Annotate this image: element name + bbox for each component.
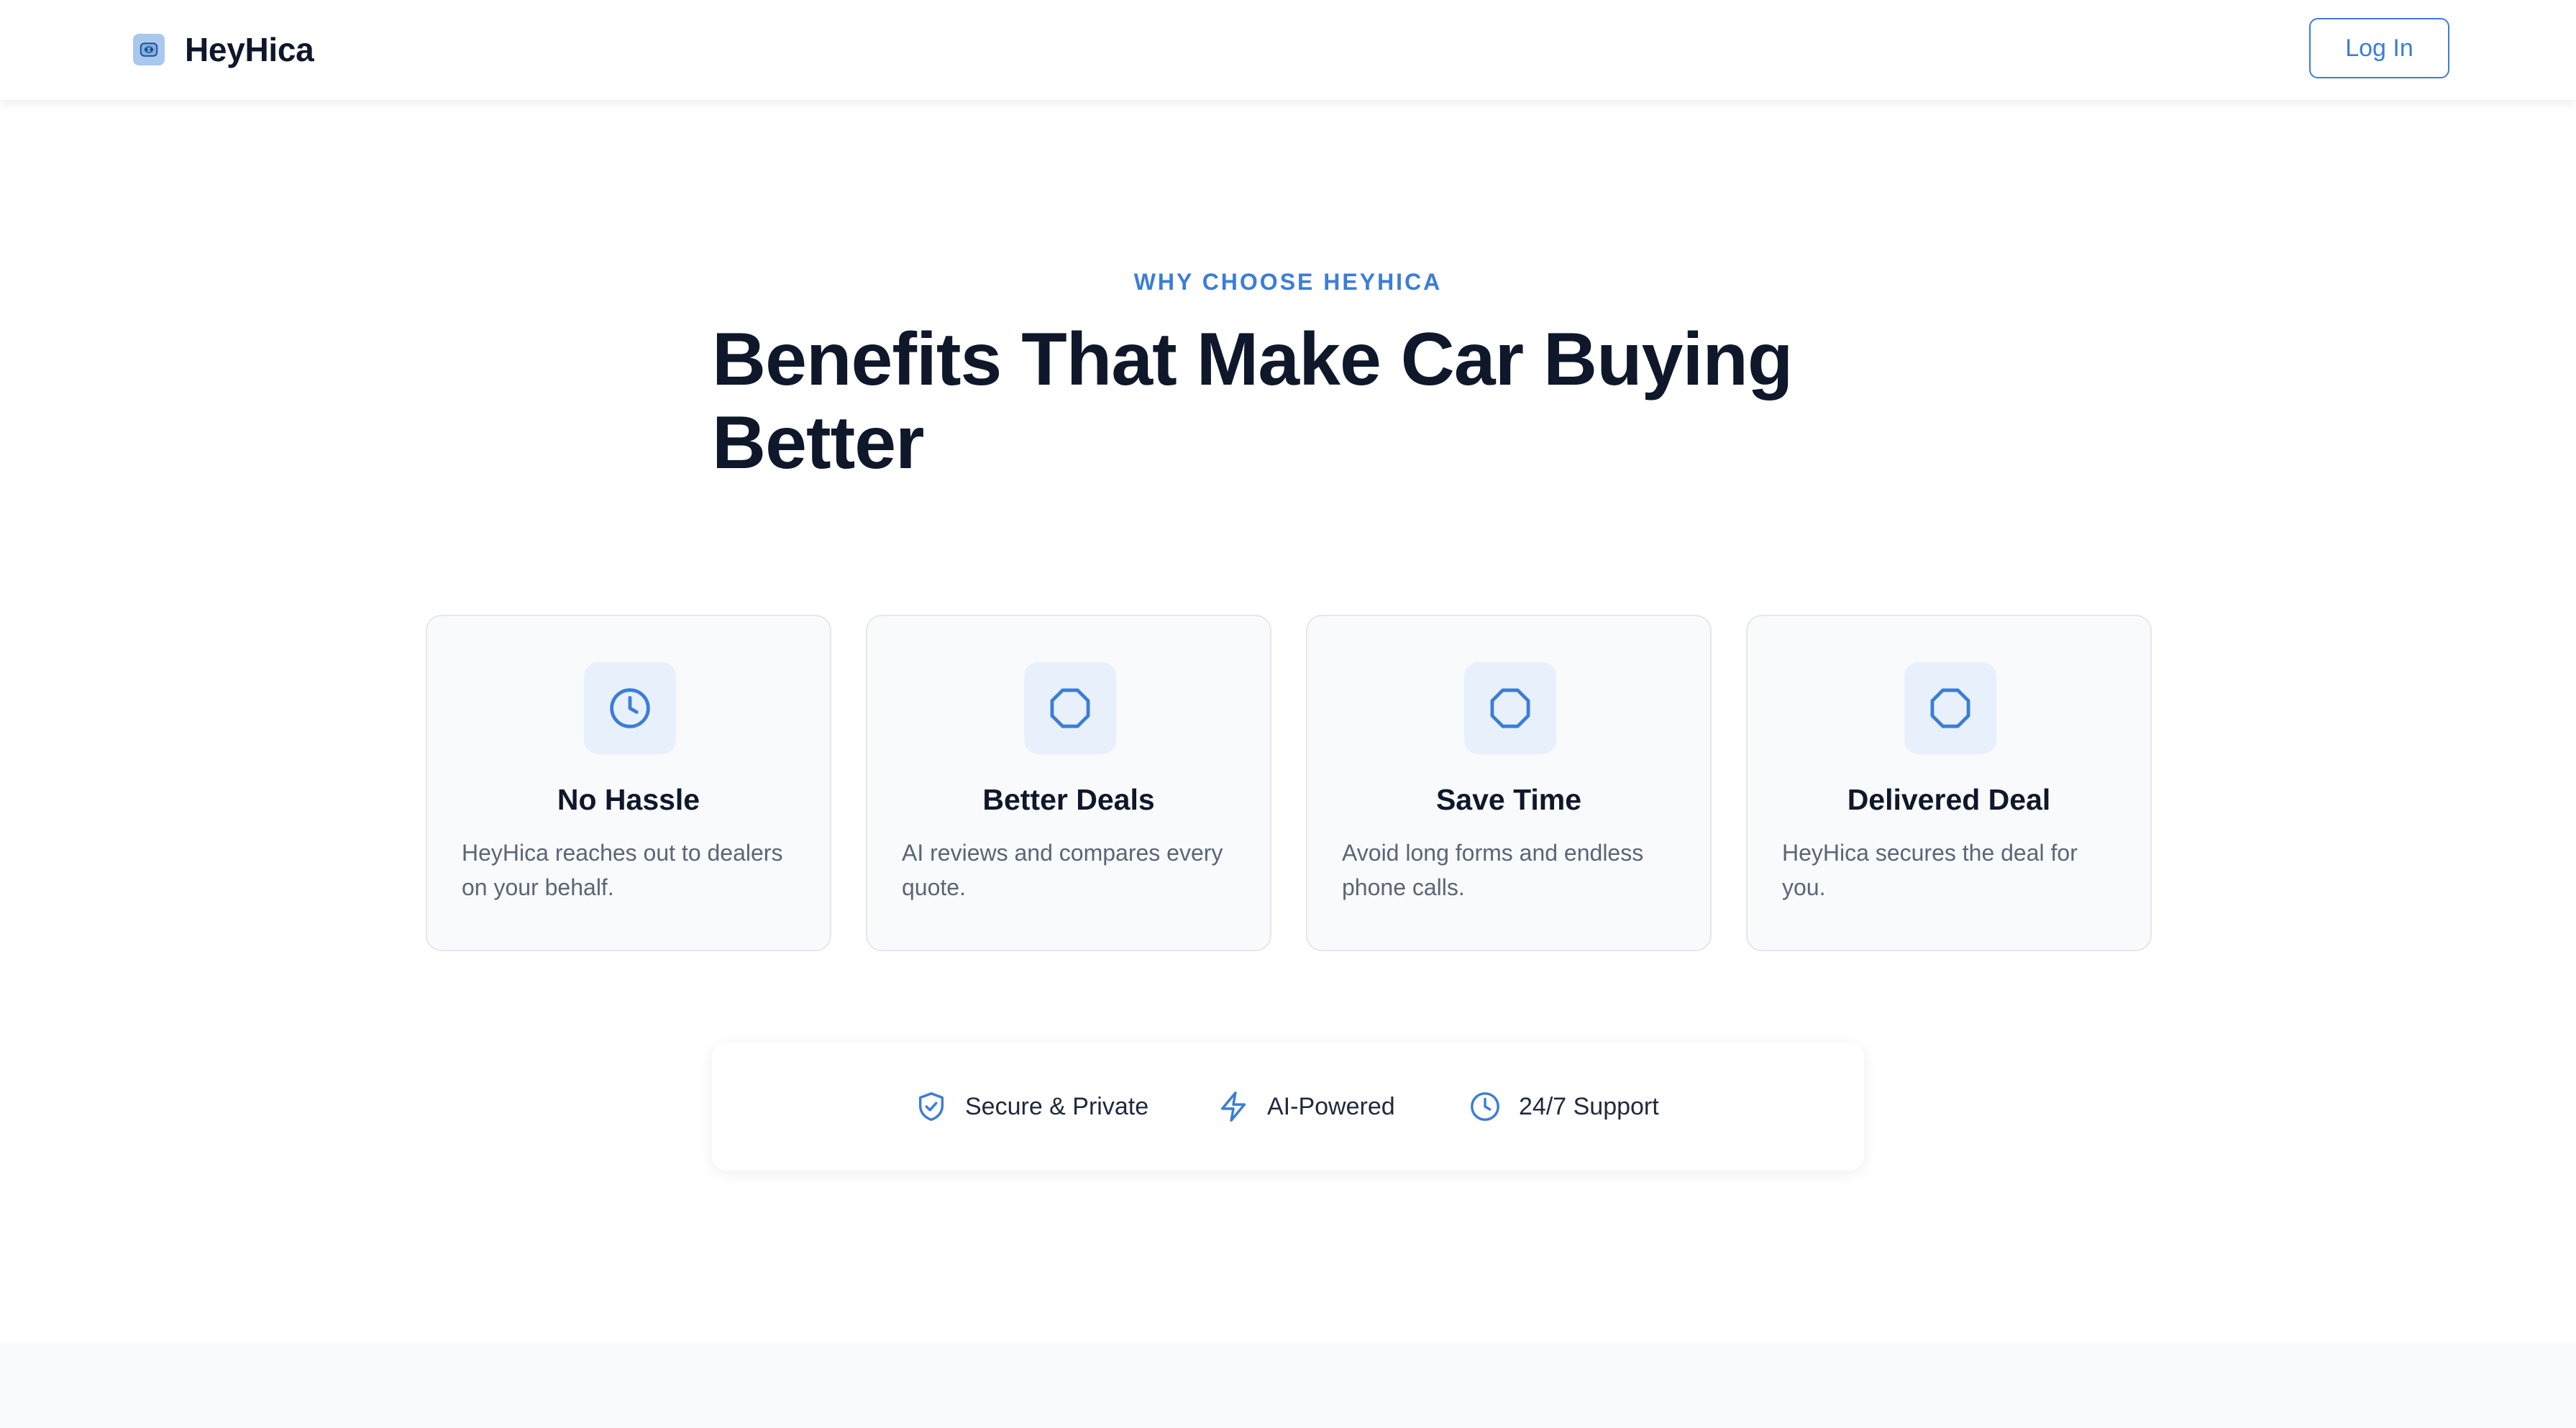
benefit-description: Avoid long forms and endless phone calls… — [1342, 840, 1644, 900]
benefit-description: HeyHica reaches out to dealers on your b… — [462, 840, 783, 900]
benefit-card-better-deals: Better Deals AI reviews and compares eve… — [866, 615, 1271, 951]
clock-icon — [584, 662, 676, 754]
benefit-title: Better Deals — [982, 783, 1155, 816]
benefit-description: AI reviews and compares every quote. — [902, 840, 1223, 900]
benefit-description: HeyHica secures the deal for you. — [1782, 840, 2078, 900]
section-eyebrow: WHY CHOOSE HEYHICA — [1133, 269, 1443, 295]
feature-label: AI-Powered — [1267, 1092, 1395, 1120]
benefit-card-delivered-deal: Delivered Deal HeyHica secures the deal … — [1746, 615, 2152, 951]
login-button[interactable]: Log In — [2309, 18, 2449, 78]
feature-support: 24/7 Support — [1467, 1043, 1659, 1171]
octagon-icon — [1904, 662, 1996, 754]
shield-check-icon — [913, 1089, 949, 1125]
feature-secure-private: Secure & Private — [913, 1043, 1148, 1171]
brand-logo-icon — [133, 34, 165, 65]
benefit-title: Save Time — [1435, 783, 1582, 816]
benefit-title: Delivered Deal — [1847, 783, 2051, 816]
section-headline: Benefits That Make Car Buying Better — [712, 318, 1877, 485]
feature-label: Secure & Private — [965, 1092, 1149, 1120]
benefit-card-no-hassle: No Hassle HeyHica reaches out to dealers… — [426, 615, 831, 951]
benefit-card-save-time: Save Time Avoid long forms and endless p… — [1306, 615, 1712, 951]
brand-name: HeyHica — [185, 31, 314, 68]
feature-label: 24/7 Support — [1519, 1092, 1659, 1120]
features-strip: Secure & Private AI-Powered 24/7 Support — [712, 1043, 1864, 1171]
benefit-title: No Hassle — [557, 783, 700, 816]
next-section-band — [0, 1343, 2576, 1428]
lightning-icon — [1215, 1089, 1251, 1125]
feature-ai-powered: AI-Powered — [1215, 1043, 1395, 1171]
octagon-icon — [1024, 662, 1116, 754]
headline-line-2: Better — [712, 401, 925, 485]
octagon-icon — [1464, 662, 1556, 754]
clock-icon — [1467, 1089, 1503, 1125]
top-navigation-bar: HeyHica Log In — [0, 0, 2576, 101]
headline-line-1: Benefits That Make Car Buying — [712, 318, 1793, 401]
brand[interactable]: HeyHica — [133, 29, 314, 70]
